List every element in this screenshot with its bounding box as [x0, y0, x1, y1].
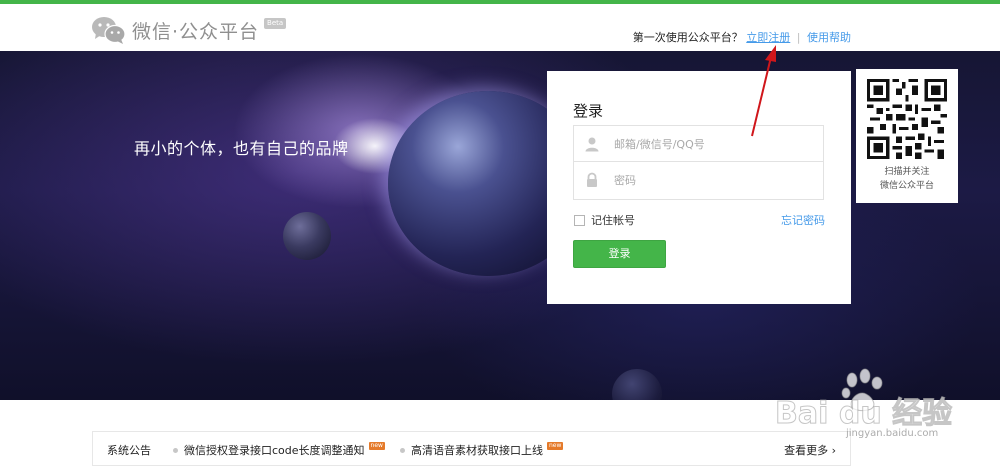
- slogan: 再小的个体，也有自己的品牌: [134, 139, 349, 158]
- first-time-text: 第一次使用公众平台？: [632, 31, 743, 44]
- qr-code-icon: [867, 79, 947, 159]
- qr-caption: 扫描并关注 微信公众平台: [856, 165, 958, 193]
- qr-caption-line1: 扫描并关注: [884, 167, 930, 177]
- user-icon: [585, 137, 599, 152]
- forgot-password-link[interactable]: 忘记密码: [781, 212, 825, 228]
- announcement-bar: 系统公告 微信授权登录接口code长度调整通知 new 高清语音素材获取接口上线…: [92, 431, 851, 466]
- remember-checkbox[interactable]: [574, 214, 585, 226]
- beta-badge: Beta: [264, 17, 287, 29]
- register-link[interactable]: 立即注册: [746, 31, 790, 44]
- bullet-icon: [400, 447, 405, 453]
- hero-banner: 再小的个体，也有自己的品牌 登录 记住帐号: [0, 51, 1000, 400]
- distant-planet-illustration: [612, 369, 662, 400]
- username-field: [573, 125, 824, 162]
- wechat-mp-login-page: 微信·公众平台 Beta 第一次使用公众平台？ 立即注册 | 使用帮助 再小的个…: [0, 0, 1000, 476]
- link-separator: |: [796, 31, 801, 44]
- bullet-icon: [173, 447, 178, 453]
- header-links: 第一次使用公众平台？ 立即注册 | 使用帮助: [633, 29, 851, 45]
- new-badge: new: [547, 442, 564, 450]
- qr-caption-line2: 微信公众平台: [879, 181, 934, 191]
- password-field: [573, 162, 824, 200]
- announcement-item[interactable]: 高清语音素材获取接口上线 new: [400, 442, 564, 458]
- lock-icon: [587, 172, 597, 187]
- password-input[interactable]: [614, 170, 814, 190]
- watermark-text: Bai du 经验: [774, 396, 953, 432]
- qr-panel: 扫描并关注 微信公众平台: [856, 69, 958, 203]
- header: 微信·公众平台 Beta 第一次使用公众平台？ 立即注册 | 使用帮助: [0, 4, 1000, 51]
- logo[interactable]: 微信·公众平台 Beta: [92, 16, 287, 44]
- announcement-text: 高清语音素材获取接口上线: [411, 444, 543, 457]
- announcement-title: 系统公告: [107, 444, 151, 457]
- remember-label: 记住帐号: [591, 214, 635, 227]
- small-planet-illustration: [283, 212, 331, 260]
- announcement-item[interactable]: 微信授权登录接口code长度调整通知 new: [173, 442, 385, 458]
- wechat-logo-icon: [92, 17, 126, 44]
- new-badge: new: [368, 442, 385, 450]
- login-button[interactable]: 登录: [573, 240, 666, 268]
- login-panel: 登录 记住帐号 忘记密码 登录: [547, 71, 851, 304]
- announcement-text: 微信授权登录接口code长度调整通知: [184, 444, 365, 457]
- watermark-url: jingyan.baidu.com: [846, 428, 939, 439]
- logo-text: 微信·公众平台: [132, 20, 260, 43]
- remember-account[interactable]: 记住帐号: [574, 212, 635, 228]
- baidu-watermark: Bai du 经验 jingyan.baidu.com: [760, 366, 980, 456]
- login-title: 登录: [573, 102, 604, 120]
- username-input[interactable]: [614, 134, 814, 154]
- help-link[interactable]: 使用帮助: [807, 31, 851, 44]
